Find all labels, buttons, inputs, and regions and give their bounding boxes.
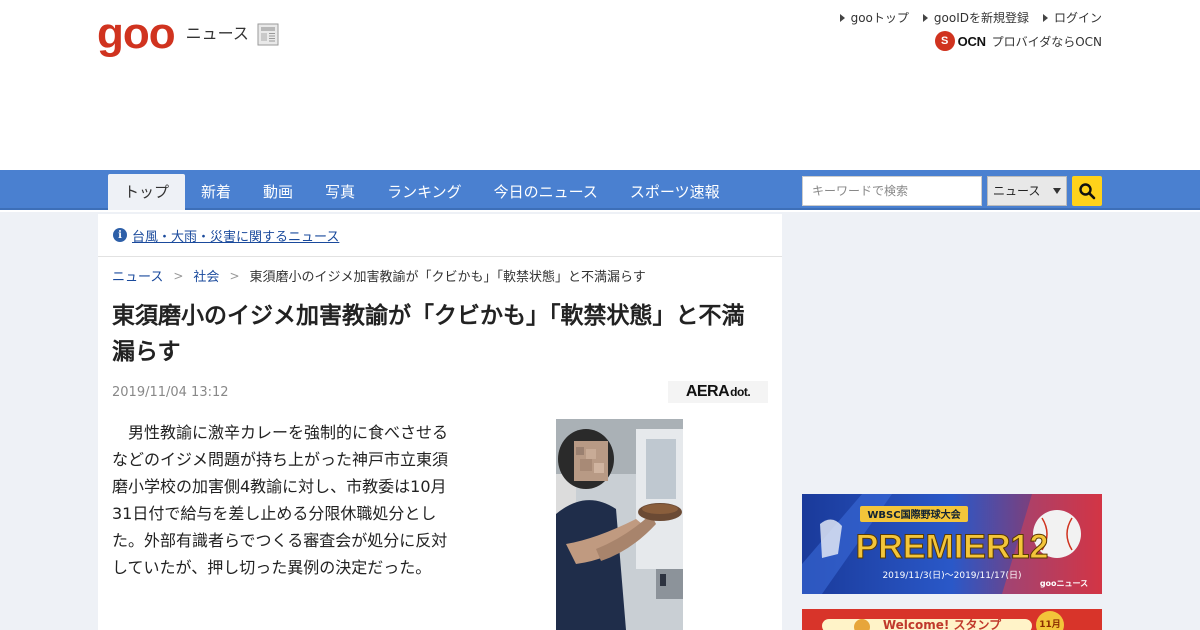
ocn-mark-icon: S [934, 31, 955, 51]
nav-tab-photo[interactable]: 写真 [309, 174, 371, 210]
site-header: goo ニュース gooトップ gooIDを新規登録 ログイン S OCN プロ… [0, 0, 1200, 170]
search-input[interactable] [802, 176, 982, 206]
arrow-right-icon [1042, 13, 1048, 22]
welcome-text: Welcome! スタンプ [883, 617, 1002, 630]
dropdown-arrow-icon [1053, 188, 1061, 194]
ocn-promo-link[interactable]: S OCN プロバイダならOCN [934, 31, 1102, 51]
newspaper-icon [255, 21, 281, 47]
gooid-register-link[interactable]: gooIDを新規登録 [922, 9, 1029, 26]
breadcrumb-society[interactable]: 社会 [193, 266, 219, 285]
source-suffix: dot. [730, 385, 751, 399]
sidebar-ad-space [802, 214, 1102, 474]
article-body: 男性教諭に激辛カレーを強制的に食べさせるなどのイジメ問題が持ち上がった神戸市立東… [112, 423, 449, 577]
ocn-logo-text: OCN [957, 33, 986, 49]
search-scope-value: ニュース [993, 184, 1041, 198]
banner-brand: gooニュース [1040, 579, 1088, 588]
breadcrumb-news[interactable]: ニュース [112, 266, 163, 285]
article-headline: 東須磨小のイジメ加害教諭が「クビかも」「軟禁状態」と不満漏らす [112, 303, 745, 365]
source-name: AERA [685, 383, 730, 400]
breadcrumb: ニュース > 社会 > 東須磨小のイジメ加害教諭が「クビかも」「軟禁状態」と不満… [112, 266, 646, 286]
goo-top-link[interactable]: gooトップ [839, 9, 909, 26]
nav-tab-today[interactable]: 今日のニュース [478, 174, 614, 210]
gooid-register-label: gooIDを新規登録 [933, 11, 1029, 25]
search-scope-select[interactable]: ニュース [987, 176, 1067, 206]
nav-tab-new[interactable]: 新着 [185, 174, 247, 210]
breadcrumb-separator: > [229, 268, 240, 283]
login-label: ログイン [1053, 11, 1102, 25]
nav-tab-sports[interactable]: スポーツ速報 [614, 174, 736, 210]
article-photo[interactable] [556, 419, 683, 630]
ocn-promo-text: プロバイダならOCN [991, 34, 1102, 49]
welcome-badge: 11月 [1039, 619, 1061, 630]
search-button[interactable] [1072, 176, 1102, 206]
premier12-banner[interactable]: WBSC国際野球大会 PREMIER12 2019/11/3(日)～2019/1… [802, 494, 1102, 594]
search-icon [1079, 183, 1096, 200]
breadcrumb-current: 東須磨小のイジメ加害教諭が「クビかも」「軟禁状態」と不満漏らす [249, 270, 646, 285]
goo-top-label: gooトップ [850, 11, 909, 25]
article-panel: i 台風・大雨・災害に関するニュース ニュース > 社会 > 東須磨小のイジメ加… [98, 214, 782, 630]
header-links: gooトップ gooIDを新規登録 ログイン [839, 9, 1102, 26]
info-icon: i [113, 228, 127, 242]
goo-news-logo[interactable]: goo ニュース [97, 12, 281, 56]
disaster-news-link[interactable]: 台風・大雨・災害に関するニュース [132, 226, 339, 245]
banner-dates: 2019/11/3(日)～2019/11/17(日) [882, 570, 1021, 581]
nav-tabs: トップ 新着 動画 写真 ランキング 今日のニュース スポーツ速報 [108, 174, 736, 210]
banner-kicker: WBSC国際野球大会 [867, 508, 960, 521]
article-date: 2019/11/04 13:12 [112, 385, 229, 400]
aera-dot-logo[interactable]: AERA dot. [668, 381, 768, 403]
goo-logo-text: goo [97, 9, 176, 58]
nav-tab-video[interactable]: 動画 [247, 174, 309, 210]
login-link[interactable]: ログイン [1042, 9, 1102, 26]
nav-tab-ranking[interactable]: ランキング [371, 174, 478, 210]
banner-title: PREMIER12 [856, 528, 1049, 566]
welcome-stamp-banner[interactable]: Welcome! スタンプ 11月 [802, 609, 1102, 630]
arrow-right-icon [922, 13, 928, 22]
disaster-notice: i 台風・大雨・災害に関するニュース [98, 214, 782, 257]
nav-tab-top[interactable]: トップ [108, 174, 186, 210]
news-section-label: ニュース [185, 24, 249, 43]
breadcrumb-separator: > [173, 268, 184, 283]
ocn-logo: S OCN [934, 31, 986, 51]
arrow-right-icon [839, 13, 845, 22]
